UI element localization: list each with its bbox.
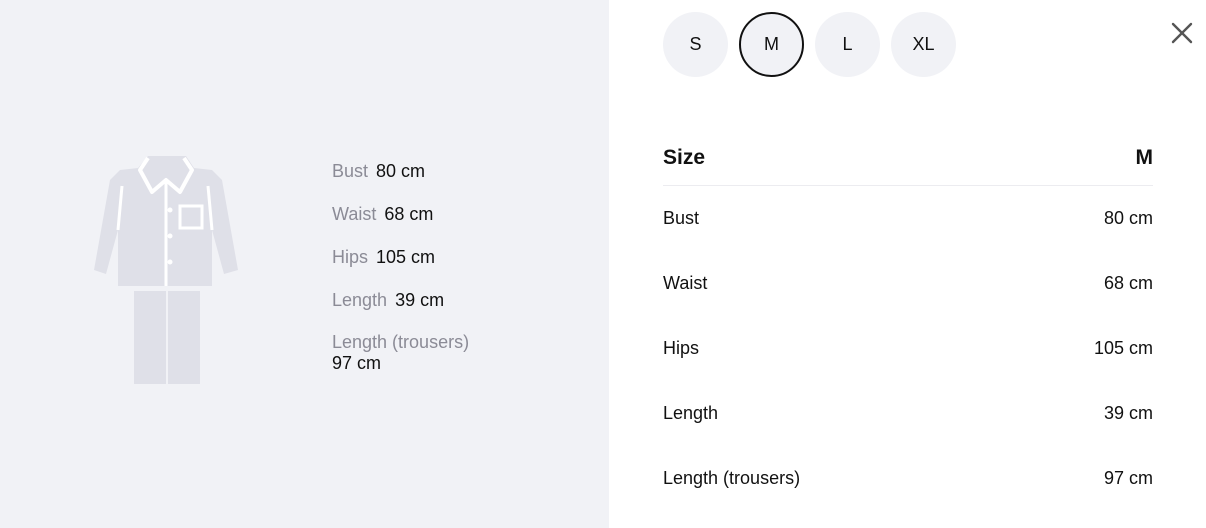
measurement-label: Length (trousers): [332, 332, 470, 352]
table-row: Hips 105 cm: [663, 316, 1153, 381]
measurement-row-length: Length 39 cm: [332, 289, 469, 311]
size-option-xl[interactable]: XL: [891, 12, 956, 77]
size-table: Size M Bust 80 cm Waist 68 cm Hips 105 c…: [663, 130, 1153, 511]
size-table-header-value: M: [1135, 145, 1154, 169]
measurement-value: 80 cm: [376, 161, 426, 181]
table-row: Waist 68 cm: [663, 251, 1153, 316]
table-row-label: Length: [663, 403, 719, 423]
table-row-value: 68 cm: [1103, 273, 1153, 293]
close-icon[interactable]: [1169, 20, 1195, 46]
table-row: Bust 80 cm: [663, 186, 1153, 251]
table-row-label: Length (trousers): [663, 468, 801, 488]
measurement-label: Waist: [332, 204, 377, 224]
size-table-header: Size M: [663, 130, 1153, 186]
measurement-value: 105 cm: [376, 247, 436, 267]
measurement-value: 39 cm: [395, 290, 445, 310]
measurement-value: 68 cm: [384, 204, 434, 224]
table-row: Length 39 cm: [663, 381, 1153, 446]
table-row-value: 80 cm: [1103, 208, 1153, 228]
size-option-m[interactable]: M: [739, 12, 804, 77]
size-table-header-label: Size: [663, 145, 706, 169]
table-row-value: 97 cm: [1103, 468, 1153, 488]
size-selector: S M L XL: [663, 12, 956, 77]
measurement-label: Hips: [332, 247, 369, 267]
measurement-row-waist: Waist 68 cm: [332, 203, 469, 225]
size-option-l[interactable]: L: [815, 12, 880, 77]
measurement-summary: Bust 80 cm Waist 68 cm Hips 105 cm Length 39…: [332, 160, 469, 395]
size-option-s[interactable]: S: [663, 12, 728, 77]
table-row-value: 39 cm: [1103, 403, 1153, 423]
table-row-label: Waist: [663, 273, 708, 293]
measurement-label: Length: [332, 290, 388, 310]
table-row: Length (trousers) 97 cm: [663, 446, 1153, 511]
measurement-row-hips: Hips 105 cm: [332, 246, 469, 268]
table-row-label: Hips: [663, 338, 700, 358]
size-guide-illustration-panel: Bust 80 cm Waist 68 cm Hips 105 cm Length 39…: [0, 0, 609, 528]
measurement-label: Bust: [332, 161, 369, 181]
measurement-row-length-trousers: Length (trousers) 97 cm: [332, 332, 469, 374]
table-row-label: Bust: [663, 208, 700, 228]
measurement-row-bust: Bust 80 cm: [332, 160, 469, 182]
size-chart-panel: S M L XL Size M Bust 80 cm Waist 68 cm H…: [609, 0, 1206, 528]
pajama-set-icon: [94, 156, 238, 384]
measurement-value: 97 cm: [332, 353, 382, 373]
table-row-value: 105 cm: [1093, 338, 1153, 358]
